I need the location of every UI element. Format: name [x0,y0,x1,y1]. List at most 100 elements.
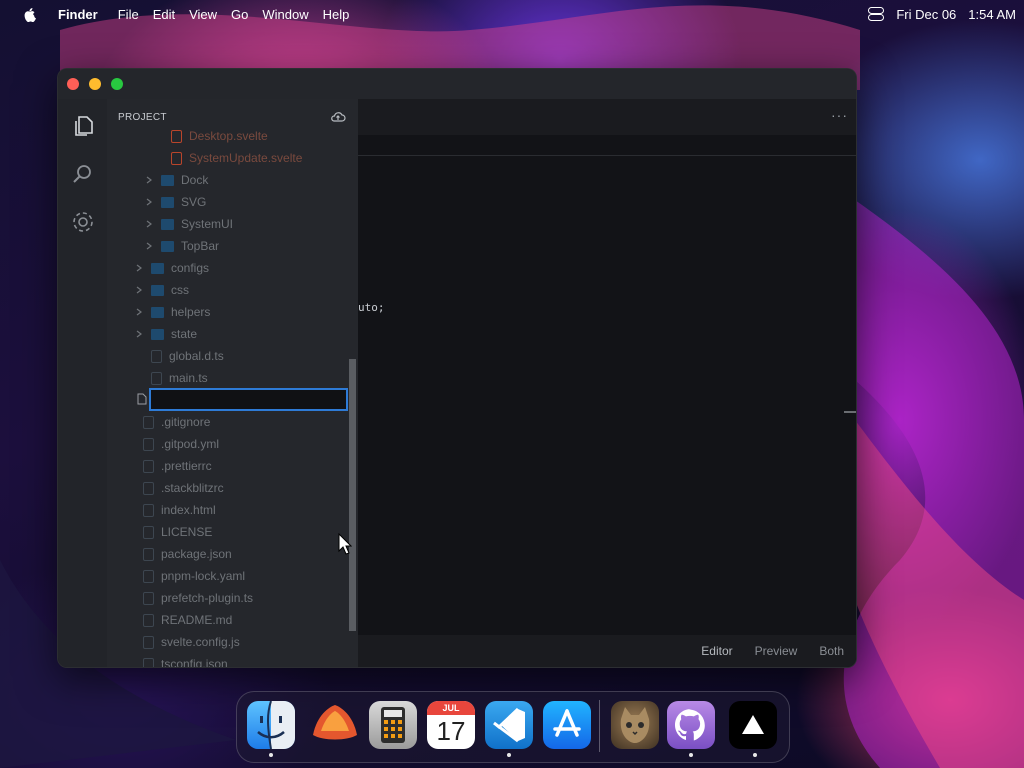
menu-file[interactable]: File [118,7,139,22]
chevron-right-icon[interactable] [135,264,143,272]
folder-icon [151,328,164,340]
prettier-icon [143,459,154,473]
tree-item[interactable]: global.d.ts [151,345,224,367]
tree-item[interactable]: .gitignore [143,411,210,433]
calendar-month: JUL [427,701,475,715]
tree-item[interactable]: index.html [143,499,216,521]
menu-finder[interactable]: Finder [58,7,98,22]
tree-item[interactable]: configs [135,257,209,279]
chevron-right-icon[interactable] [135,286,143,294]
cloud-upload-icon[interactable] [330,109,346,125]
tree-item[interactable]: prefetch-plugin.ts [143,587,253,609]
dock-cat-app[interactable] [611,701,659,749]
tree-item[interactable]: css [135,279,189,301]
cat-icon [620,707,650,743]
tree-item-label: .gitpod.yml [161,437,220,451]
dock-safari[interactable] [311,701,359,749]
chevron-right-icon[interactable] [145,242,153,250]
license-icon [143,525,154,539]
tab-editor[interactable]: Editor [701,644,732,658]
menubar-time[interactable]: 1:54 AM [968,7,1016,22]
running-indicator-finder [269,753,273,757]
dock-finder[interactable] [247,701,295,749]
tree-item-label: configs [171,261,210,275]
tree-item[interactable]: Dock [145,169,208,191]
running-indicator-vercel [753,753,757,757]
menu-view[interactable]: View [189,7,217,22]
tree-item[interactable]: svelte.config.js [143,631,240,653]
stackblitz-icon [143,481,154,495]
tab-preview[interactable]: Preview [755,644,798,658]
dock-app-store[interactable] [543,701,591,749]
tree-item-label: pnpm-lock.yaml [161,569,246,583]
typescript-icon [151,371,162,385]
tree-item-label: Dock [181,173,209,187]
menu-window[interactable]: Window [262,7,308,22]
editor-area[interactable]: ··· uto; Editor Preview Both [358,99,856,667]
dock-separator [599,700,600,752]
menu-go[interactable]: Go [231,7,248,22]
tree-item[interactable]: SystemUpdate.svelte [171,147,302,169]
dock-github[interactable] [667,701,715,749]
menu-edit[interactable]: Edit [153,7,175,22]
apple-icon[interactable] [22,6,38,22]
dock: JUL 17 [236,691,790,763]
tree-item[interactable]: .prettierrc [143,455,212,477]
explorer-icon[interactable] [70,113,96,139]
github-icon [675,709,705,741]
tree-item-label: helpers [171,305,211,319]
vscode-icon [493,707,525,743]
chevron-right-icon[interactable] [145,220,153,228]
search-icon[interactable] [70,161,96,187]
folder-icon [151,284,164,296]
menubar-date[interactable]: Fri Dec 06 [896,7,956,22]
minimize-button[interactable] [89,78,101,90]
chevron-right-icon[interactable] [145,176,153,184]
tree-item[interactable]: TopBar [145,235,219,257]
chevron-right-icon[interactable] [135,308,143,316]
tree-item-label: tsconfig.json [161,657,228,667]
control-center-icon[interactable] [868,7,885,21]
dock-calculator[interactable] [369,701,417,749]
tab-both[interactable]: Both [819,644,844,658]
git-icon [143,415,154,429]
maximize-button[interactable] [111,78,123,90]
tree-item-label: .stackblitzrc [161,481,224,495]
dock-calendar[interactable]: JUL 17 [427,701,475,749]
tree-item[interactable]: tsconfig.json [143,653,228,667]
settings-gear-icon[interactable] [70,209,96,235]
tree-item[interactable]: helpers [135,301,210,323]
macos-app-icon [313,705,357,740]
tree-item[interactable]: Desktop.svelte [171,125,268,147]
tree-item[interactable]: LICENSE [143,521,212,543]
gear-icon [143,635,154,649]
window-titlebar[interactable] [58,69,856,99]
menu-bar: Finder File Edit View Go Window Help Fri… [0,0,1024,28]
tree-item[interactable]: state [135,323,197,345]
minimap-marker [844,411,856,413]
close-button[interactable] [67,78,79,90]
dock-vscode[interactable] [485,701,533,749]
more-actions-icon[interactable]: ··· [831,107,848,123]
chevron-right-icon[interactable] [145,198,153,206]
tree-item[interactable]: .gitpod.yml [143,433,219,455]
new-file-name-input[interactable] [149,388,348,411]
tree-item[interactable]: package.json [143,543,232,565]
tree-item[interactable]: .stackblitzrc [143,477,224,499]
calculator-icon [381,707,405,743]
tree-item[interactable]: main.ts [151,367,208,389]
tree-item-label: SVG [181,195,207,209]
tree-item[interactable]: SystemUI [145,213,233,235]
code-line[interactable]: uto; [358,301,385,314]
tree-item[interactable]: SVG [145,191,206,213]
chevron-right-icon[interactable] [135,330,143,338]
dock-vercel[interactable] [729,701,777,749]
pnpm-icon [143,569,154,583]
running-indicator-vscode [507,753,511,757]
yaml-icon [143,437,154,451]
vercel-triangle-icon [742,715,764,734]
tree-item[interactable]: README.md [143,609,232,631]
menu-help[interactable]: Help [323,7,350,22]
tree-item[interactable]: pnpm-lock.yaml [143,565,245,587]
sidebar-scrollbar-thumb[interactable] [349,359,356,631]
